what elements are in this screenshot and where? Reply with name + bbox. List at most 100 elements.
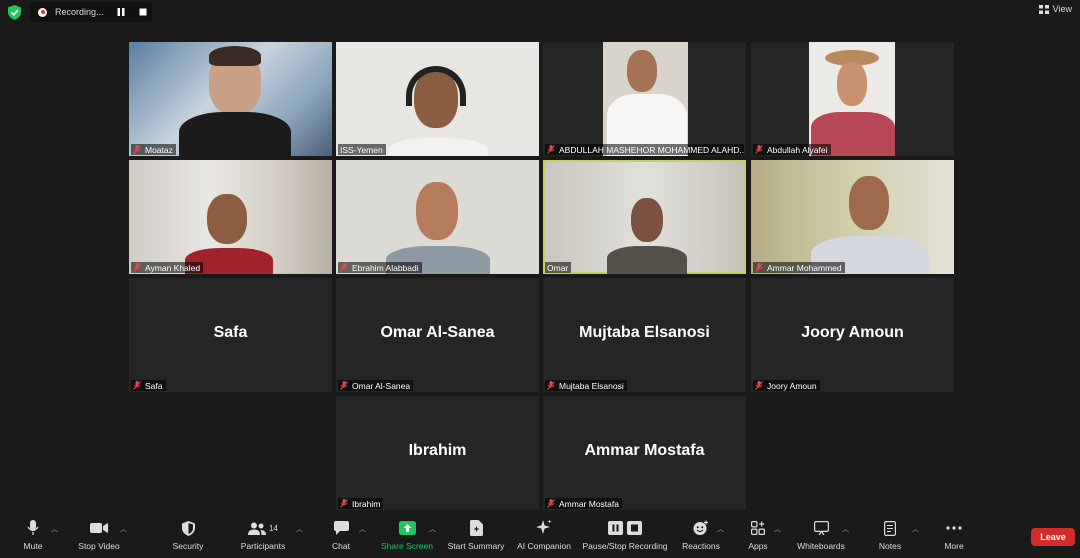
participant-name: Joory Amoun [767,380,817,391]
participant-tile[interactable]: Moataz [129,42,332,156]
participant-name-tag: Ibrahim [338,498,384,509]
participants-chevron-up-icon[interactable]: ︿ [296,524,303,534]
muted-mic-icon [547,145,555,154]
video-options-chevron-up-icon[interactable]: ︿ [120,524,127,534]
participant-head [631,198,663,242]
participant-name: Ebrahim Alabbadi [352,262,419,273]
apps-chevron-up-icon[interactable]: ︿ [774,524,781,534]
participant-tile[interactable]: Abdullah Alyafei [751,42,954,156]
security-button[interactable]: Security [168,516,208,558]
muted-mic-icon [340,499,348,508]
participant-body [607,246,687,274]
whiteboards-chevron-up-icon[interactable]: ︿ [842,524,849,534]
muted-mic-icon [133,145,141,154]
share-screen-button[interactable]: Share Screen [378,516,436,558]
recording-indicator: Recording... [30,2,152,22]
participant-tile[interactable]: Ebrahim Alabbadi [336,160,539,274]
participant-hair [209,46,261,66]
notes-button[interactable]: Notes [872,516,908,558]
chat-button[interactable]: Chat [324,516,358,558]
participant-head [837,62,867,106]
participant-head [207,194,247,244]
mute-button[interactable]: Mute [14,516,52,558]
participant-display-name: Safa [213,324,248,341]
ai-companion-button[interactable]: AI Companion [514,516,574,558]
summary-document-icon [469,520,483,536]
ai-companion-label: AI Companion [517,541,571,551]
participant-display-name: Ammar Mostafa [584,442,705,459]
participant-head [849,176,889,230]
participant-tile[interactable]: ABDULLAH MASHEHOR MOHAMMED ALAHD... [543,42,746,156]
participant-tile[interactable]: Ammar Mostafa Ammar Mostafa [543,396,746,510]
ai-sparkle-icon [536,519,552,534]
participant-name-tag: ISS-Yemen [338,144,386,155]
muted-mic-icon [340,381,348,390]
muted-mic-icon [133,381,141,390]
participant-name: Safa [145,380,163,391]
start-summary-button[interactable]: Start Summary [444,516,508,558]
share-screen-label: Share Screen [381,541,433,551]
microphone-icon [27,520,39,535]
reactions-chevron-up-icon[interactable]: ︿ [717,524,724,534]
participant-tile[interactable]: Mujtaba Elsanosi Mujtaba Elsanosi [543,278,746,392]
meeting-top-bar: Recording... View [0,0,1080,26]
apps-button[interactable]: Apps [742,516,774,558]
more-ellipsis-icon [946,526,962,530]
more-button[interactable]: More [936,516,972,558]
participant-head [416,182,458,240]
apps-grid-icon [751,521,765,535]
participant-name-tag: Ayman Khaled [131,262,204,273]
grid-view-icon [1038,4,1049,14]
participant-tile[interactable]: Joory Amoun Joory Amoun [751,278,954,392]
leave-button[interactable]: Leave [1031,528,1075,546]
apps-label: Apps [748,541,768,551]
notes-label: Notes [878,541,902,551]
participant-name: Abdullah Alyafei [767,144,828,155]
whiteboards-button[interactable]: Whiteboards [794,516,848,558]
participant-tile[interactable]: Safa Safa [129,278,332,392]
participant-display-name: Ibrahim [408,442,467,459]
participants-button[interactable]: 14 Participants [236,516,290,558]
view-button[interactable]: View [1038,4,1072,14]
participant-tile[interactable]: Ibrahim Ibrahim [336,396,539,510]
participant-name-tag: Joory Amoun [753,380,820,391]
muted-mic-icon [133,263,141,272]
muted-mic-icon [340,263,348,272]
security-label: Security [172,541,204,551]
participant-tile[interactable]: ISS-Yemen [336,42,539,156]
stop-video-button[interactable]: Stop Video [74,516,124,558]
share-screen-chevron-up-icon[interactable]: ︿ [429,524,436,534]
participants-icon [248,522,267,535]
muted-mic-icon [755,381,763,390]
reactions-button[interactable]: Reactions [680,516,722,558]
stop-recording-button[interactable] [135,5,151,19]
participant-body [179,112,291,156]
pause-recording-button[interactable] [113,5,129,19]
participant-name: Omar [547,262,569,273]
notes-chevron-up-icon[interactable]: ︿ [912,524,919,534]
participant-display-name: Mujtaba Elsanosi [579,324,710,341]
reactions-label: Reactions [682,541,720,551]
participant-tile[interactable]: Ammar Mohammed [751,160,954,274]
participant-name: Omar Al-Sanea [352,380,411,391]
participant-tile[interactable]: Omar Al-Sanea Omar Al-Sanea [336,278,539,392]
chat-chevron-up-icon[interactable]: ︿ [359,524,366,534]
participant-count: 14 [269,523,278,533]
participant-name: Ibrahim [352,498,381,509]
participant-name: ISS-Yemen [340,144,383,155]
encryption-shield-icon[interactable] [8,5,21,20]
security-shield-icon [181,520,195,536]
pause-stop-recording-button[interactable]: Pause/Stop Recording [580,516,670,558]
participant-name: Moataz [145,144,173,155]
participant-name: Ammar Mohammed [767,262,842,273]
audio-options-chevron-up-icon[interactable]: ︿ [51,524,58,534]
muted-mic-icon [547,381,555,390]
participant-tile-active-speaker[interactable]: Omar [543,160,746,274]
video-camera-icon [90,523,108,533]
participant-name-tag: Omar [545,262,572,273]
pause-stop-recording-icon [608,521,642,535]
participant-name-tag: Ebrahim Alabbadi [338,262,422,273]
participant-tile[interactable]: Ayman Khaled [129,160,332,274]
chat-bubble-icon [333,521,349,535]
participant-display-name: Joory Amoun [801,324,904,341]
